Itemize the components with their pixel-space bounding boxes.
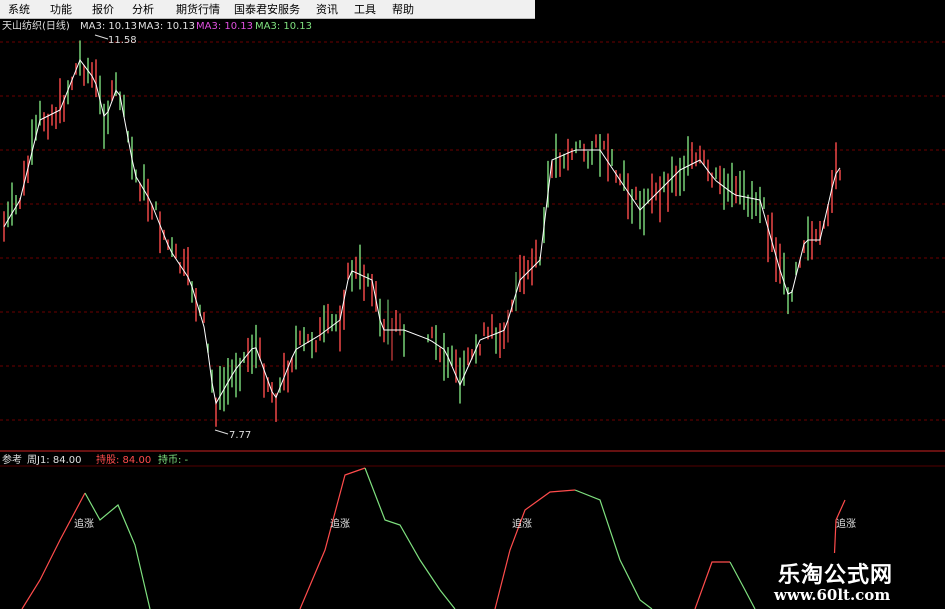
hold-stock-label: 持股: 84.00 bbox=[96, 453, 151, 466]
ma-label-4: MA3: 10.13 bbox=[255, 21, 312, 32]
low-marker: 7.77 bbox=[214, 429, 251, 441]
price-grid bbox=[0, 41, 945, 421]
menu-quote[interactable]: 报价 bbox=[92, 1, 114, 17]
indicator-line bbox=[299, 467, 366, 609]
menu-bar: 系统 功能 报价 分析 期货行情 国泰君安服务 资讯 工具 帮助 bbox=[0, 0, 535, 19]
indicator-line bbox=[84, 492, 151, 609]
menu-system[interactable]: 系统 bbox=[8, 1, 30, 17]
watermark-url: www.60lt.com bbox=[774, 586, 891, 604]
indicator-line bbox=[364, 467, 456, 609]
menu-tools[interactable]: 工具 bbox=[354, 1, 376, 17]
candlestick-series bbox=[3, 40, 841, 427]
hold-cash-label: 持币: - bbox=[158, 453, 189, 466]
signal-label: 追涨 bbox=[330, 517, 350, 530]
low-price-label: 7.77 bbox=[229, 430, 251, 441]
ma-label-2: MA3: 10.13 bbox=[138, 21, 195, 32]
signal-label: 追涨 bbox=[836, 517, 856, 530]
ma-label-1: MA3: 10.13 bbox=[80, 21, 137, 32]
indicator-line bbox=[694, 561, 730, 609]
indicator-lines bbox=[21, 467, 846, 609]
high-marker: 11.58 bbox=[94, 34, 137, 46]
kline-chart[interactable]: 11.58 7.77 天山纺织(日线) MA3: 10.13 MA3: 10.1… bbox=[0, 0, 945, 609]
menu-gtja-service[interactable]: 国泰君安服务 bbox=[234, 1, 300, 17]
signal-label: 追涨 bbox=[74, 517, 94, 530]
indicator-week-label: 周J1: 84.00 bbox=[27, 454, 82, 466]
signal-label: 追涨 bbox=[512, 517, 532, 530]
indicator-ref-label: 参考 bbox=[2, 453, 22, 466]
indicator-line bbox=[574, 489, 653, 609]
indicator-line bbox=[21, 492, 86, 609]
menu-futures[interactable]: 期货行情 bbox=[176, 1, 220, 17]
menu-help[interactable]: 帮助 bbox=[392, 1, 414, 17]
ma3-line bbox=[3, 58, 841, 405]
high-price-label: 11.58 bbox=[108, 35, 137, 46]
stock-title: 天山纺织(日线) bbox=[2, 19, 70, 32]
indicator-line bbox=[729, 561, 756, 609]
indicator-line bbox=[494, 489, 576, 609]
watermark-logo: 乐淘公式网 www.60lt.com bbox=[760, 553, 945, 609]
watermark-title: 乐淘公式网 bbox=[778, 563, 894, 588]
ma-label-3: MA3: 10.13 bbox=[196, 21, 253, 32]
menu-function[interactable]: 功能 bbox=[50, 1, 72, 17]
menu-analysis[interactable]: 分析 bbox=[132, 1, 154, 17]
menu-news[interactable]: 资讯 bbox=[316, 1, 338, 17]
